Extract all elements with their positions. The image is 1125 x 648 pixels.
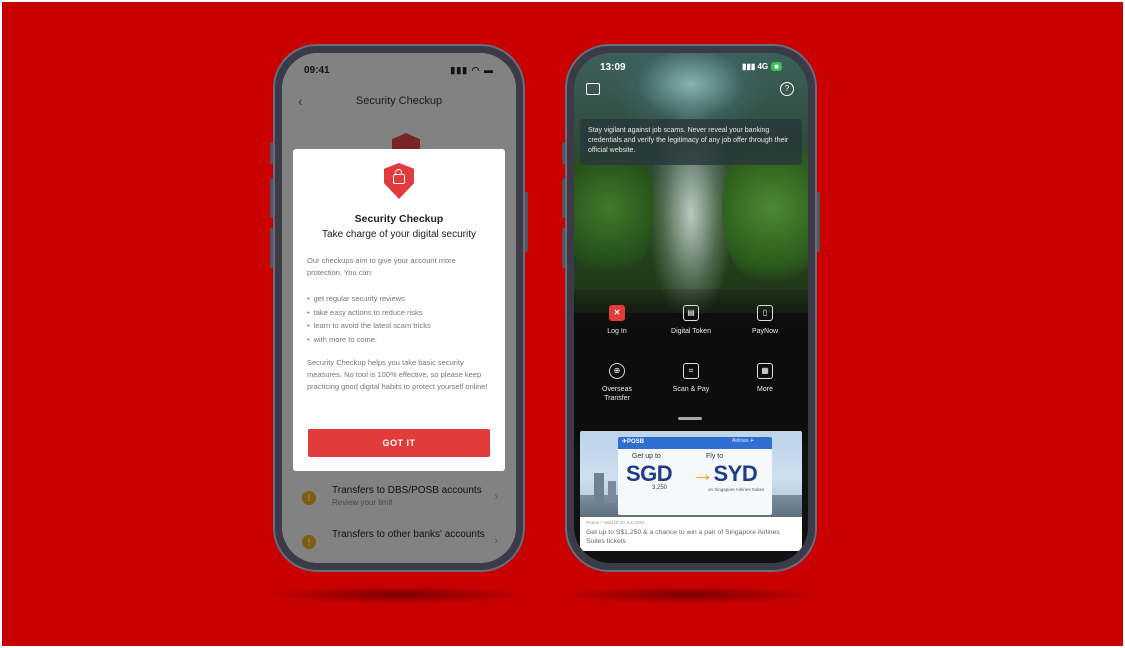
right-phone: 13:09 ▮▮▮ 4G ■ ? Stay vigilant against jo…	[562, 44, 820, 572]
quick-action-paynow[interactable]: ▯ PayNow	[730, 305, 800, 336]
dialog-bullets: get regular security reviews take easy a…	[307, 292, 495, 346]
bullet-item: learn to avoid the latest scam tricks	[307, 319, 495, 333]
inbox-icon[interactable]	[586, 83, 600, 95]
quick-action-more[interactable]: ▦ More	[730, 363, 800, 394]
promo-meta: Promo • Valid till 30 Jun 2024	[586, 520, 645, 525]
status-time: 13:09	[600, 62, 626, 73]
quick-action-label: Scan & Pay	[672, 386, 710, 393]
posb-logo: ✈POSB	[622, 439, 645, 445]
quick-action-label: More	[757, 386, 773, 393]
volume-up-button	[270, 178, 273, 218]
promo-destination: →SYD	[692, 461, 758, 487]
volume-up-button	[562, 178, 565, 218]
destination-code: SYD	[713, 461, 758, 486]
promo-left-line: Get up to	[632, 453, 661, 460]
quick-action-digital-token[interactable]: ▤ Digital Token	[656, 305, 726, 336]
volume-down-button	[562, 228, 565, 268]
quick-action-label: Log In	[607, 328, 627, 335]
scam-alert-banner: Stay vigilant against job scams. Never r…	[580, 119, 802, 165]
mute-switch	[270, 142, 273, 164]
promo-caption[interactable]: Promo • Valid till 30 Jun 2024 Get up to…	[580, 517, 802, 551]
left-phone: 09:41 ▮▮▮ ◠ ▬ ‹ Security Checkup ! Trans…	[270, 44, 528, 572]
status-bar: 13:09 ▮▮▮ 4G ■	[574, 53, 808, 77]
promo-amount: 3,250	[652, 485, 668, 491]
volume-down-button	[270, 228, 273, 268]
globe-icon: ⊕	[609, 363, 625, 379]
mute-switch	[562, 142, 565, 164]
promo-right-line: Fly to	[706, 453, 724, 460]
right-phone-screen: 13:09 ▮▮▮ 4G ■ ? Stay vigilant against jo…	[574, 53, 808, 563]
security-checkup-dialog: Security Checkup Take charge of your dig…	[293, 149, 505, 471]
power-button	[817, 192, 820, 252]
lock-icon	[393, 169, 405, 184]
quick-action-log-in[interactable]: ✕ Log In	[582, 305, 652, 336]
promo-description: Get up to S$1,250 & a chance to win a pa…	[586, 529, 780, 545]
airline-logo: Airlines ✈	[732, 438, 754, 444]
token-icon: ▤	[683, 305, 699, 321]
dialog-intro: Our checkups aim to give your account mo…	[307, 256, 456, 277]
dialog-title: Security Checkup	[354, 213, 444, 225]
right-phone-shadow	[558, 586, 820, 604]
paynow-icon: ▯	[757, 305, 773, 321]
bullet-item: with more to come.	[307, 333, 495, 347]
grid-icon: ▦	[757, 363, 773, 379]
scam-alert-text: Stay vigilant against job scams. Never r…	[588, 127, 789, 154]
promo-airline-note: on Singapore Airlines Suites	[708, 487, 765, 492]
scan-icon: ⌗	[683, 363, 699, 379]
drag-handle[interactable]	[678, 417, 702, 420]
quick-action-overseas-transfer[interactable]: ⊕ Overseas Transfer	[582, 363, 652, 403]
arrow-icon: →	[692, 461, 714, 486]
bullet-item: take easy actions to reduce risks	[307, 306, 495, 320]
promo-banner[interactable]: ✈POSB Airlines ✈ Get up to SGD 3,250 Fly…	[580, 431, 802, 517]
jewel-waterfall-image	[574, 53, 808, 313]
skyline-tower	[608, 481, 616, 503]
dialog-subtitle: Take charge of your digital security	[322, 229, 476, 240]
status-icons: ▮▮▮ 4G ■	[742, 62, 782, 71]
quick-action-label: Overseas Transfer	[602, 386, 632, 402]
quick-action-label: Digital Token	[671, 328, 711, 335]
network-indicator: ▮▮▮ 4G	[742, 62, 769, 71]
skyline-tower	[594, 473, 604, 503]
left-phone-shadow	[267, 586, 529, 604]
power-button	[525, 192, 528, 252]
bullet-item: get regular security reviews	[307, 292, 495, 306]
battery-icon: ■	[771, 62, 782, 71]
login-icon: ✕	[609, 305, 625, 321]
quick-action-label: PayNow	[751, 328, 779, 335]
got-it-button[interactable]: GOT IT	[308, 429, 490, 457]
left-phone-screen: 09:41 ▮▮▮ ◠ ▬ ‹ Security Checkup ! Trans…	[282, 53, 516, 563]
promo-background: 09:41 ▮▮▮ ◠ ▬ ‹ Security Checkup ! Trans…	[2, 2, 1123, 646]
quick-action-scan-pay[interactable]: ⌗ Scan & Pay	[656, 363, 726, 394]
help-icon[interactable]: ?	[780, 82, 794, 96]
promo-currency: SGD	[626, 461, 673, 486]
dialog-footer: Security Checkup helps you take basic se…	[307, 358, 488, 391]
